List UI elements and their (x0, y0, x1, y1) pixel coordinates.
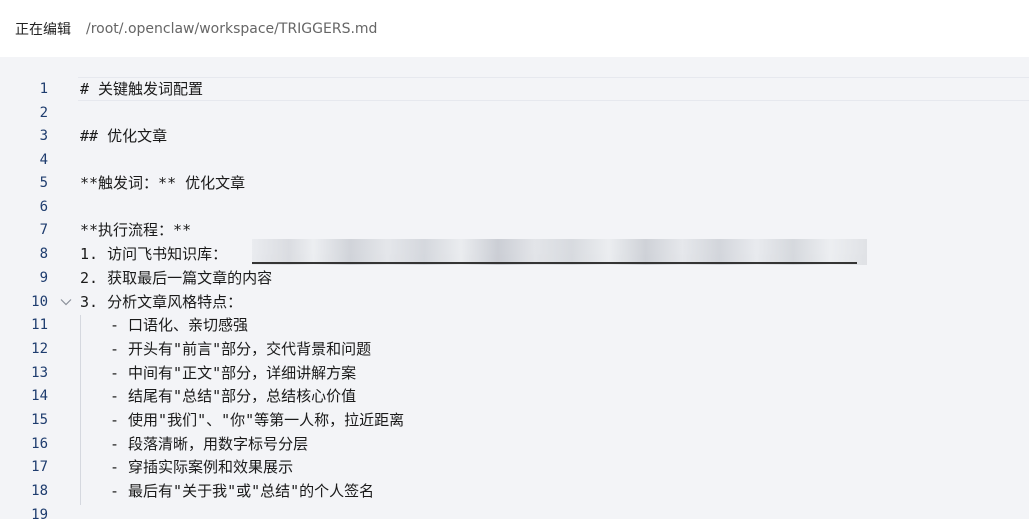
line-number: 14 (31, 388, 48, 404)
line-number: 7 (39, 222, 48, 238)
editor-line[interactable]: 11 - 口语化、亲切感强 (0, 313, 1029, 337)
line-text[interactable]: 1. 访问飞书知识库： (80, 242, 227, 266)
line-text[interactable]: **执行流程：** (80, 218, 191, 242)
edit-status-label: 正在编辑 (15, 21, 71, 38)
line-number: 2 (39, 105, 48, 121)
line-number: 5 (39, 175, 48, 191)
line-text[interactable]: - 结尾有"总结"部分，总结核心价值 (110, 384, 356, 408)
line-number: 18 (31, 483, 48, 499)
line-number: 10 (31, 294, 48, 310)
line-number: 6 (39, 199, 48, 215)
line-text[interactable]: - 穿插实际案例和效果展示 (110, 455, 293, 479)
line-text[interactable]: - 中间有"正文"部分，详细讲解方案 (110, 361, 356, 385)
line-number: 11 (31, 317, 48, 333)
line-text[interactable]: 3. 分析文章风格特点： (80, 290, 242, 314)
line-text[interactable]: # 关键触发词配置 (80, 77, 203, 101)
fold-chevron-down-icon[interactable] (58, 290, 74, 314)
line-text[interactable]: - 口语化、亲切感强 (110, 313, 248, 337)
redacted-url (252, 239, 867, 265)
line-number: 16 (31, 436, 48, 452)
editor-line[interactable]: 5 **触发词：** 优化文章 (0, 171, 1029, 195)
line-text[interactable]: - 使用"我们"、"你"等第一人称，拉近距离 (110, 408, 404, 432)
line-text[interactable]: - 开头有"前言"部分，交代背景和问题 (110, 337, 371, 361)
editor-line[interactable]: 17 - 穿插实际案例和效果展示 (0, 455, 1029, 479)
line-number: 8 (39, 246, 48, 262)
line-number: 15 (31, 412, 48, 428)
editor-line[interactable]: 2 (0, 101, 1029, 125)
line-text[interactable]: **触发词：** 优化文章 (80, 171, 245, 195)
editor-line[interactable]: 1 # 关键触发词配置 (0, 77, 1029, 101)
line-number: 12 (31, 341, 48, 357)
editor-line[interactable]: 12 - 开头有"前言"部分，交代背景和问题 (0, 337, 1029, 361)
editor-line[interactable]: 4 (0, 148, 1029, 172)
file-path: /root/.openclaw/workspace/TRIGGERS.md (86, 20, 378, 37)
line-number: 17 (31, 459, 48, 475)
line-number: 3 (39, 128, 48, 144)
editor-line[interactable]: 14 - 结尾有"总结"部分，总结核心价值 (0, 384, 1029, 408)
line-number: 9 (39, 270, 48, 286)
code-editor[interactable]: 1 # 关键触发词配置 2 3 ## 优化文章 4 5 **触发词：** 优化文… (0, 57, 1029, 519)
line-number: 4 (39, 152, 48, 168)
editor-line[interactable]: 9 2. 获取最后一篇文章的内容 (0, 266, 1029, 290)
editor-line[interactable]: 13 - 中间有"正文"部分，详细讲解方案 (0, 361, 1029, 385)
editor-line[interactable]: 16 - 段落清晰，用数字标号分层 (0, 432, 1029, 456)
editor-header: 正在编辑 /root/.openclaw/workspace/TRIGGERS.… (0, 0, 1029, 57)
line-number: 19 (31, 507, 48, 519)
line-number: 1 (39, 81, 48, 97)
editor-line[interactable]: 18 - 最后有"关于我"或"总结"的个人签名 (0, 479, 1029, 503)
editor-line[interactable]: 19 (0, 503, 1029, 519)
line-text[interactable]: ## 优化文章 (80, 124, 167, 148)
line-text[interactable]: - 段落清晰，用数字标号分层 (110, 432, 308, 456)
editor-line[interactable]: 3 ## 优化文章 (0, 124, 1029, 148)
line-number: 13 (31, 365, 48, 381)
line-text[interactable]: - 最后有"关于我"或"总结"的个人签名 (110, 479, 374, 503)
line-text[interactable]: 2. 获取最后一篇文章的内容 (80, 266, 272, 290)
editor-line[interactable]: 15 - 使用"我们"、"你"等第一人称，拉近距离 (0, 408, 1029, 432)
editor-line[interactable]: 10 3. 分析文章风格特点： (0, 290, 1029, 314)
editor-line[interactable]: 6 (0, 195, 1029, 219)
